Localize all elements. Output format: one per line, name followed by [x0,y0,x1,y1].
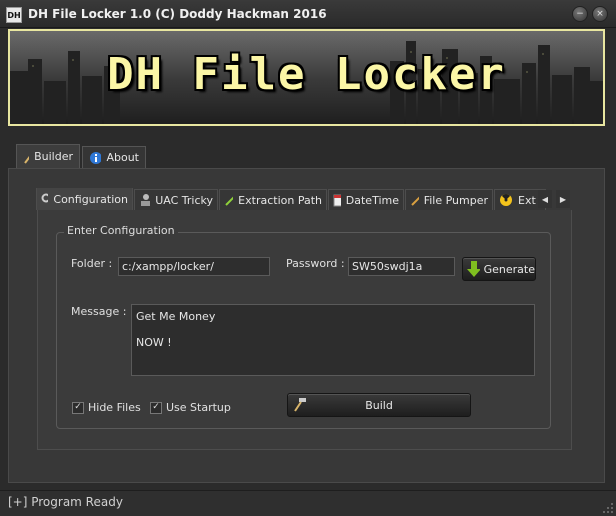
build-button[interactable]: Build [287,393,471,417]
configuration-group-title: Enter Configuration [64,224,178,237]
radiation-icon [500,194,512,206]
calendar-icon [333,194,341,207]
tab-scroll-left-button[interactable]: ◀ [538,190,552,208]
title-bar: DH DH File Locker 1.0 (C) Doddy Hackman … [0,0,616,28]
tab-ext-label: Ext [518,193,536,207]
inner-tab-strip: Configuration UAC Tricky Extraction Path… [36,188,572,210]
tab-uac-tricky[interactable]: UAC Tricky [134,189,218,210]
generate-button[interactable]: Generate [462,257,536,281]
tab-configuration[interactable]: Configuration [36,188,133,210]
wand-icon [225,196,234,206]
password-input[interactable] [348,257,455,276]
use-startup-checkmark: ✓ [150,401,162,414]
tab-builder-label: Builder [34,150,73,163]
gears-icon [41,193,49,203]
tab-datetime-label: DateTime [345,193,399,207]
tab-configuration-label: Configuration [53,192,128,206]
message-line-1: Get Me Money [136,310,216,323]
generate-button-label: Generate [483,262,535,276]
hide-files-checkmark: ✓ [72,401,84,414]
message-label: Message : [71,305,127,318]
banner: DH File Locker [8,29,605,126]
message-textarea[interactable]: Get Me Money NOW ! [131,304,535,376]
download-arrow-icon [467,261,480,277]
tab-extraction-path-label: Extraction Path [238,193,322,207]
sparkle-icon [411,196,419,206]
hammer-icon [24,150,30,164]
tab-uac-tricky-label: UAC Tricky [155,193,213,207]
app-icon: DH [6,7,22,23]
window-title: DH File Locker 1.0 (C) Doddy Hackman 201… [28,7,327,21]
folder-label: Folder : [71,257,113,270]
tab-file-pumper-label: File Pumper [423,193,488,207]
info-icon [90,151,102,164]
hide-files-label: Hide Files [88,401,141,414]
status-bar: [+] Program Ready [0,490,616,516]
tab-datetime[interactable]: DateTime [328,189,404,210]
close-button[interactable]: × [592,6,608,22]
tab-about[interactable]: About [82,146,146,168]
tab-scroll-right-button[interactable]: ▶ [556,190,570,208]
build-button-label: Build [365,398,393,412]
resize-grip-icon[interactable] [602,502,614,514]
tab-builder[interactable]: Builder [16,144,80,168]
tab-about-label: About [106,151,139,164]
use-startup-checkbox[interactable]: ✓ Use Startup [150,401,231,414]
message-line-2: NOW ! [136,336,172,349]
tab-extraction-path[interactable]: Extraction Path [219,189,327,210]
status-text: [+] Program Ready [8,495,123,509]
use-startup-label: Use Startup [166,401,231,414]
folder-input[interactable] [118,257,270,276]
password-label: Password : [286,257,345,270]
minimize-button[interactable]: − [572,6,588,22]
banner-title: DH File Locker [107,49,506,100]
tab-file-pumper[interactable]: File Pumper [405,189,493,210]
admin-icon [141,194,151,206]
hide-files-checkbox[interactable]: ✓ Hide Files [72,401,141,414]
